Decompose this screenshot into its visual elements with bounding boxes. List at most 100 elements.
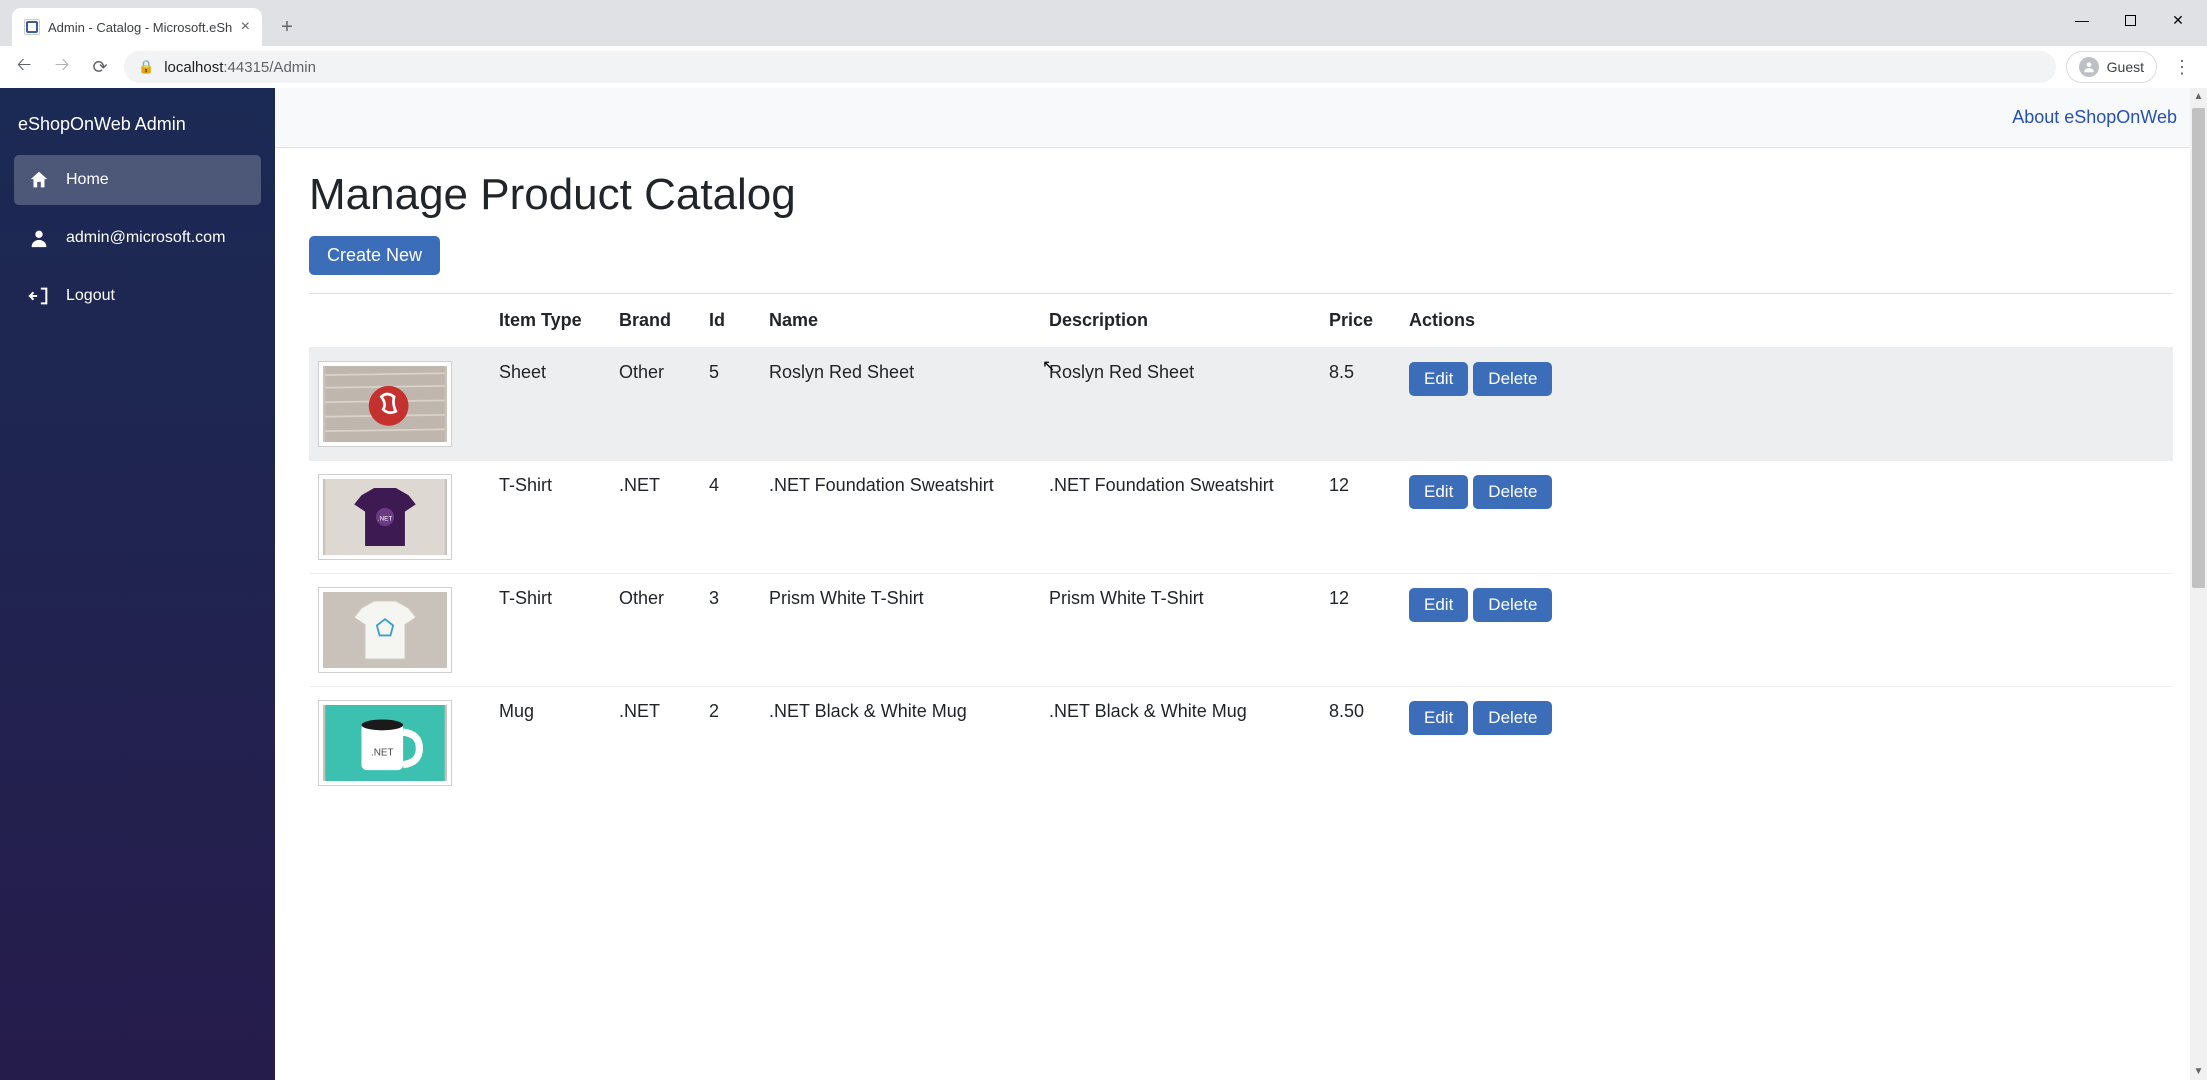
cell-description: Prism White T-Shirt: [1039, 574, 1319, 687]
svg-text:.NET: .NET: [378, 516, 393, 523]
avatar-icon: [2079, 57, 2099, 77]
col-description: Description: [1039, 294, 1319, 348]
lock-icon: 🔒: [138, 59, 154, 75]
col-name: Name: [759, 294, 1039, 348]
edit-button[interactable]: Edit: [1409, 701, 1468, 735]
delete-button[interactable]: Delete: [1473, 701, 1552, 735]
maximize-button[interactable]: [2107, 4, 2153, 36]
table-row: SheetOther5Roslyn Red SheetRoslyn Red Sh…: [309, 348, 2173, 461]
cell-actions: EditDelete: [1399, 348, 2173, 461]
tab-title: Admin - Catalog - Microsoft.eSh: [48, 20, 233, 35]
cell-brand: .NET: [609, 461, 699, 574]
cell-brand: Other: [609, 348, 699, 461]
cell-thumbnail: .NET: [309, 687, 489, 800]
cell-name: .NET Black & White Mug: [759, 687, 1039, 800]
favicon-icon: [24, 19, 40, 35]
create-new-button[interactable]: Create New: [309, 236, 440, 275]
cell-id: 2: [699, 687, 759, 800]
cell-item-type: Mug: [489, 687, 609, 800]
close-icon[interactable]: ×: [241, 19, 250, 35]
cell-thumbnail: [309, 574, 489, 687]
table-row: .NETMug.NET2.NET Black & White Mug.NET B…: [309, 687, 2173, 800]
cell-actions: EditDelete: [1399, 461, 2173, 574]
sidebar: eShopOnWeb Admin Home admin@microsoft.co…: [0, 88, 275, 1080]
browser-chrome: Admin - Catalog - Microsoft.eSh × + — ✕ …: [0, 0, 2207, 88]
minimize-button[interactable]: —: [2059, 4, 2105, 36]
sidebar-item-home[interactable]: Home: [14, 155, 261, 205]
cell-name: .NET Foundation Sweatshirt: [759, 461, 1039, 574]
col-thumbnail: [309, 294, 489, 348]
cell-actions: EditDelete: [1399, 574, 2173, 687]
sidebar-item-label: admin@microsoft.com: [66, 229, 225, 247]
address-bar[interactable]: 🔒 localhost:44315/Admin: [124, 51, 2056, 83]
sidebar-item-logout[interactable]: Logout: [14, 271, 261, 321]
scrollbar-thumb[interactable]: [2192, 108, 2205, 588]
user-icon: [28, 227, 50, 249]
product-thumbnail: .NET: [319, 475, 451, 559]
cell-id: 3: [699, 574, 759, 687]
scrollbar-vertical[interactable]: ▲ ▼: [2190, 88, 2207, 1080]
svg-text:.NET: .NET: [371, 748, 394, 759]
logout-icon: [28, 285, 50, 307]
scrollbar-down-icon[interactable]: ▼: [2190, 1063, 2207, 1080]
close-window-button[interactable]: ✕: [2155, 4, 2201, 36]
cell-item-type: Sheet: [489, 348, 609, 461]
cell-item-type: T-Shirt: [489, 461, 609, 574]
cell-thumbnail: .NET: [309, 461, 489, 574]
cell-description: .NET Foundation Sweatshirt: [1039, 461, 1319, 574]
product-thumbnail: [319, 362, 451, 446]
forward-button[interactable]: 🡢: [48, 53, 76, 81]
col-actions: Actions: [1399, 294, 2173, 348]
table-header-row: Item Type Brand Id Name Description Pric…: [309, 294, 2173, 348]
edit-button[interactable]: Edit: [1409, 362, 1468, 396]
browser-tab[interactable]: Admin - Catalog - Microsoft.eSh ×: [12, 8, 262, 46]
cell-id: 5: [699, 348, 759, 461]
delete-button[interactable]: Delete: [1473, 475, 1552, 509]
tab-strip: Admin - Catalog - Microsoft.eSh × + — ✕: [0, 0, 2207, 46]
cell-description: .NET Black & White Mug: [1039, 687, 1319, 800]
reload-button[interactable]: ⟳: [86, 53, 114, 81]
edit-button[interactable]: Edit: [1409, 588, 1468, 622]
about-link[interactable]: About eShopOnWeb: [2012, 107, 2177, 128]
delete-button[interactable]: Delete: [1473, 362, 1552, 396]
cell-description: Roslyn Red Sheet: [1039, 348, 1319, 461]
window-controls: — ✕: [2059, 4, 2201, 36]
sidebar-item-label: Logout: [66, 287, 115, 305]
cell-price: 8.50: [1319, 687, 1399, 800]
col-price: Price: [1319, 294, 1399, 348]
cell-name: Roslyn Red Sheet: [759, 348, 1039, 461]
cell-actions: EditDelete: [1399, 687, 2173, 800]
page-title: Manage Product Catalog: [309, 170, 2173, 220]
product-thumbnail: .NET: [319, 701, 451, 785]
cell-id: 4: [699, 461, 759, 574]
brand-title: eShopOnWeb Admin: [14, 108, 261, 155]
cell-price: 12: [1319, 574, 1399, 687]
table-row: .NETT-Shirt.NET4.NET Foundation Sweatshi…: [309, 461, 2173, 574]
kebab-menu-button[interactable]: ⋮: [2167, 52, 2197, 82]
cell-name: Prism White T-Shirt: [759, 574, 1039, 687]
catalog-table: Item Type Brand Id Name Description Pric…: [309, 294, 2173, 799]
content-area: About eShopOnWeb Manage Product Catalog …: [275, 88, 2207, 1080]
col-item-type: Item Type: [489, 294, 609, 348]
app-viewport: eShopOnWeb Admin Home admin@microsoft.co…: [0, 88, 2207, 1080]
cell-item-type: T-Shirt: [489, 574, 609, 687]
scrollbar-up-icon[interactable]: ▲: [2190, 88, 2207, 105]
url-text: localhost:44315/Admin: [164, 59, 316, 76]
cell-price: 12: [1319, 461, 1399, 574]
delete-button[interactable]: Delete: [1473, 588, 1552, 622]
cell-thumbnail: [309, 348, 489, 461]
back-button[interactable]: 🡠: [10, 53, 38, 81]
profile-label: Guest: [2107, 59, 2144, 75]
profile-chip[interactable]: Guest: [2066, 51, 2157, 83]
edit-button[interactable]: Edit: [1409, 475, 1468, 509]
main: Manage Product Catalog Create New Item T…: [275, 148, 2207, 821]
sidebar-item-label: Home: [66, 171, 109, 189]
cell-brand: .NET: [609, 687, 699, 800]
col-id: Id: [699, 294, 759, 348]
sidebar-item-user[interactable]: admin@microsoft.com: [14, 213, 261, 263]
table-row: T-ShirtOther3Prism White T-ShirtPrism Wh…: [309, 574, 2173, 687]
cell-price: 8.5: [1319, 348, 1399, 461]
new-tab-button[interactable]: +: [272, 12, 302, 42]
topbar: About eShopOnWeb: [275, 88, 2207, 148]
cell-brand: Other: [609, 574, 699, 687]
